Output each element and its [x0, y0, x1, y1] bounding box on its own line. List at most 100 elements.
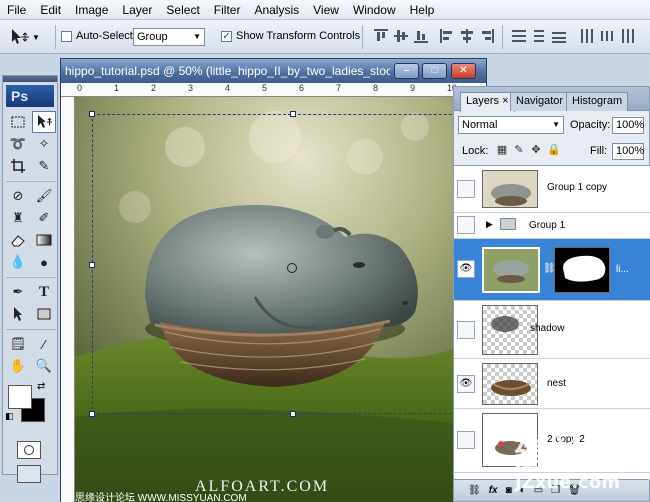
clone-stamp-tool-icon[interactable]: ♜	[6, 207, 30, 229]
auto-select-checkbox[interactable]	[61, 30, 72, 42]
blur-tool-icon[interactable]: 💧	[6, 251, 30, 273]
align-vertical-centers-button[interactable]	[394, 29, 408, 43]
distribute-bottom-button[interactable]	[552, 29, 566, 43]
shape-tool-icon[interactable]	[32, 303, 56, 325]
menu-image[interactable]: Image	[68, 0, 115, 20]
distribute-left-button[interactable]	[580, 29, 594, 43]
panel-grip[interactable]	[3, 76, 57, 82]
menu-edit[interactable]: Edit	[33, 0, 68, 20]
layer-mask-thumbnail[interactable]	[554, 247, 610, 293]
align-bottom-edges-button[interactable]	[414, 29, 428, 43]
canvas[interactable]: ALFOART.COM 思缘设计论坛 WWW.MISSYUAN.COM	[75, 97, 488, 502]
pen-tool-icon[interactable]: ✒	[6, 281, 30, 303]
align-left-edges-button[interactable]	[440, 29, 454, 43]
maximize-button[interactable]: □	[422, 63, 447, 79]
layer-row[interactable]: Group 1 copy	[454, 166, 650, 213]
distribute-vertical-centers-button[interactable]	[532, 29, 546, 43]
minimize-button[interactable]: –	[394, 63, 419, 79]
lock-all-icon[interactable]: 🔒	[547, 144, 561, 156]
tool-preset-picker[interactable]: ▼	[8, 26, 48, 48]
history-brush-tool-icon[interactable]: ✐	[32, 207, 56, 229]
expand-arrow-icon[interactable]: ▶	[486, 219, 493, 230]
lock-transparent-icon[interactable]: ▦	[496, 144, 508, 156]
transform-handle[interactable]	[89, 262, 95, 268]
screen-mode-button[interactable]	[17, 465, 41, 483]
menu-filter[interactable]: Filter	[207, 0, 248, 20]
auto-select-dropdown[interactable]: Group ▼	[133, 28, 205, 46]
move-tool-icon[interactable]	[32, 111, 56, 133]
lock-image-icon[interactable]: ✎	[513, 144, 525, 156]
transform-bounding-box[interactable]	[89, 111, 488, 417]
transform-handle[interactable]	[89, 411, 95, 417]
align-right-edges-button[interactable]	[480, 29, 494, 43]
magic-wand-tool-icon[interactable]: ✧	[32, 133, 56, 155]
layer-row[interactable]: 👁 nest	[454, 359, 650, 409]
tab-histogram[interactable]: Histogram	[566, 92, 629, 111]
lock-position-icon[interactable]: ✥	[530, 144, 542, 156]
transform-handle[interactable]	[290, 111, 296, 117]
type-tool-icon[interactable]: T	[32, 281, 56, 303]
ruler-tick-label: 1	[114, 83, 120, 93]
dodge-tool-icon[interactable]: ●	[32, 251, 56, 273]
distribute-horizontal-centers-button[interactable]	[600, 29, 614, 43]
show-transform-checkbox[interactable]	[221, 30, 232, 42]
swap-colors-icon[interactable]: ⇄	[37, 381, 45, 392]
path-selection-tool-icon[interactable]	[6, 303, 30, 325]
layer-thumbnail	[482, 363, 538, 405]
menu-layer[interactable]: Layer	[115, 0, 159, 20]
visibility-toggle[interactable]	[457, 180, 475, 198]
transform-reference-point-icon[interactable]	[287, 263, 297, 273]
hand-tool-icon[interactable]: ✋	[6, 355, 30, 377]
brush-tool-icon[interactable]: 🖌	[32, 185, 56, 207]
mask-icon[interactable]: ◙	[506, 485, 512, 496]
visibility-toggle[interactable]	[457, 431, 475, 449]
lock-row: Lock: ▦ ✎ ✥ 🔒 Fill: 100%	[458, 142, 646, 162]
menu-analysis[interactable]: Analysis	[247, 0, 306, 20]
transform-handle[interactable]	[89, 111, 95, 117]
document-title-bar[interactable]: hippo_tutorial.psd @ 50% (little_hippo_I…	[61, 59, 486, 83]
visibility-toggle[interactable]: 👁	[457, 375, 475, 393]
zoom-tool-icon[interactable]: 🔍	[32, 355, 56, 377]
align-horizontal-centers-button[interactable]	[460, 29, 474, 43]
opacity-input[interactable]: 100%	[612, 117, 644, 134]
quick-mask-button[interactable]	[17, 441, 41, 459]
visibility-toggle[interactable]	[457, 216, 475, 234]
menu-help[interactable]: Help	[403, 0, 442, 20]
menu-file[interactable]: File	[0, 0, 33, 20]
slice-tool-icon[interactable]: ✎	[32, 155, 56, 177]
healing-brush-tool-icon[interactable]: ⊘	[6, 185, 30, 207]
notes-tool-icon[interactable]: 🗒	[6, 333, 30, 355]
foreground-color-swatch[interactable]	[8, 385, 32, 409]
close-tab-icon[interactable]: ×	[502, 95, 508, 107]
visibility-toggle[interactable]: 👁	[457, 260, 475, 278]
marquee-tool-icon[interactable]	[6, 111, 30, 133]
ruler-tick-label: 9	[410, 83, 416, 93]
blend-mode-dropdown[interactable]: Normal ▼	[458, 116, 564, 134]
transform-handle[interactable]	[290, 411, 296, 417]
gradient-tool-icon[interactable]	[32, 229, 56, 251]
layer-row[interactable]: 👁 ⛓ li...	[454, 239, 650, 301]
tool-separator	[6, 273, 56, 278]
tab-layers[interactable]: Layers ×	[460, 92, 515, 112]
chevron-down-icon: ▼	[193, 32, 201, 41]
close-button[interactable]: ✕	[451, 63, 476, 79]
layer-row[interactable]: ▶ Group 1	[454, 213, 650, 239]
eyedropper-tool-icon[interactable]: ⁄	[32, 333, 56, 355]
menu-window[interactable]: Window	[346, 0, 403, 20]
fx-icon[interactable]: fx	[489, 485, 498, 496]
eraser-tool-icon[interactable]	[6, 229, 30, 251]
menu-view[interactable]: View	[306, 0, 346, 20]
align-top-edges-button[interactable]	[374, 29, 388, 43]
default-colors-icon[interactable]: ◧	[5, 411, 14, 422]
crop-tool-icon[interactable]	[6, 155, 30, 177]
menu-select[interactable]: Select	[159, 0, 206, 20]
fill-input[interactable]: 100%	[612, 143, 644, 160]
visibility-toggle[interactable]	[457, 321, 475, 339]
distribute-top-button[interactable]	[512, 29, 526, 43]
url-watermark: JZxue.com	[515, 472, 621, 493]
lasso-tool-icon[interactable]: ➰	[6, 133, 30, 155]
distribute-right-button[interactable]	[620, 29, 634, 43]
tab-navigator[interactable]: Navigator	[510, 92, 570, 111]
link-icon[interactable]: ⛓	[468, 485, 481, 496]
layer-row[interactable]: shadow	[454, 301, 650, 359]
